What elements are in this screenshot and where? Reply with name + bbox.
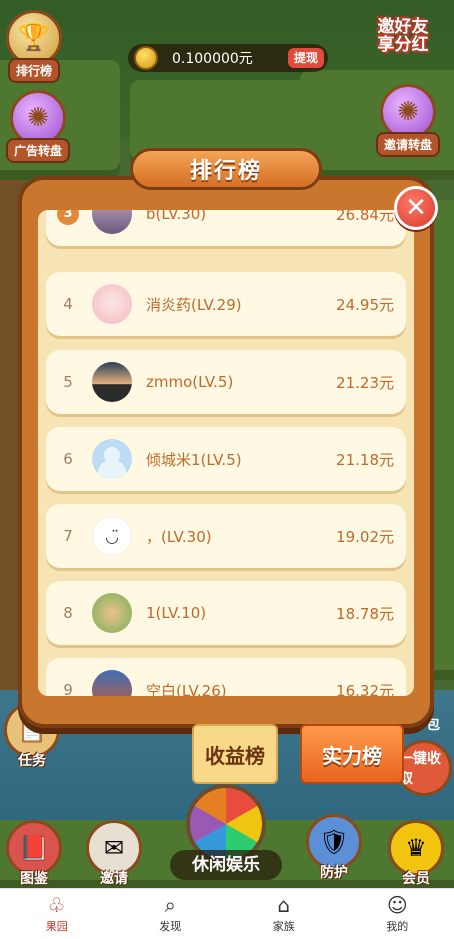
invite-label: 邀请 xyxy=(100,868,128,888)
member-button[interactable]: ♛ 会员 xyxy=(388,820,444,888)
player-name: b(LV.30) xyxy=(146,210,336,223)
invite-button[interactable]: ✉ 邀请 xyxy=(86,820,142,888)
invite-wheel-label: 邀请转盘 xyxy=(376,132,440,157)
ranking-row: 6 倾城米1(LV.5) 21.18元 xyxy=(46,427,406,491)
rank-number: 4 xyxy=(46,295,90,313)
task-label: 任务 xyxy=(18,750,46,770)
player-name: zmmo(LV.5) xyxy=(146,373,336,391)
player-name: 1(LV.10) xyxy=(146,604,336,622)
search-icon: ⌕ xyxy=(165,894,176,916)
ranking-row: 4 消炎药(LV.29) 24.95元 xyxy=(46,272,406,336)
avatar xyxy=(92,670,132,696)
nav-item-discover[interactable]: ⌕ 发现 xyxy=(114,889,228,939)
ranking-label: 排行榜 xyxy=(8,58,60,83)
defense-label: 防护 xyxy=(320,862,348,882)
collect-all-label: 一键收取 xyxy=(396,740,452,796)
ranking-row: 5 zmmo(LV.5) 21.23元 xyxy=(46,350,406,414)
nav-item-mine[interactable]: ☺ 我的 xyxy=(341,889,454,939)
player-name: ，(LV.30) xyxy=(146,526,336,547)
withdraw-button[interactable]: 提现 xyxy=(288,48,324,68)
member-label: 会员 xyxy=(402,868,430,888)
bottom-nav: ♧ 果园 ⌕ 发现 ⌂ 家族 ☺ 我的 xyxy=(0,888,454,939)
ranking-button[interactable]: 🏆 排行榜 xyxy=(6,10,62,83)
player-earnings: 24.95元 xyxy=(336,294,394,315)
coin-icon xyxy=(134,46,158,70)
player-earnings: 26.84元 xyxy=(336,210,394,225)
avatar xyxy=(92,362,132,402)
avatar xyxy=(92,593,132,633)
close-icon: ✕ xyxy=(405,195,427,221)
promo-line-1: 邀好友 xyxy=(360,18,446,36)
player-earnings: 21.23元 xyxy=(336,372,394,393)
nav-label: 果园 xyxy=(46,918,68,934)
player-earnings: 18.78元 xyxy=(336,603,394,624)
collect-all-button[interactable]: 一键收取 xyxy=(396,740,452,796)
player-name: 空白(LV.26) xyxy=(146,680,336,697)
defense-button[interactable]: 🛡 防护 xyxy=(306,814,362,882)
balance-value: 0.100000元 xyxy=(172,48,253,68)
player-earnings: 21.18元 xyxy=(336,449,394,470)
nav-label: 家族 xyxy=(273,918,295,934)
ranking-row: 3 b(LV.30) 26.84元 xyxy=(46,210,406,246)
balance-bar: 0.100000元 提现 xyxy=(128,44,328,72)
user-icon: ☺ xyxy=(387,894,408,916)
ranking-row: 8 1(LV.10) 18.78元 xyxy=(46,581,406,645)
rank-number: 8 xyxy=(46,604,90,622)
player-name: 倾城米1(LV.5) xyxy=(146,449,336,470)
player-name: 消炎药(LV.29) xyxy=(146,294,336,315)
player-earnings: 16.32元 xyxy=(336,680,394,697)
modal-title: 排行榜 xyxy=(190,153,262,185)
close-button[interactable]: ✕ xyxy=(394,186,438,230)
avatar xyxy=(92,439,132,479)
avatar xyxy=(92,210,132,234)
ranking-list-container[interactable]: 3 b(LV.30) 26.84元 4 消炎药(LV.29) 24.95元 5 … xyxy=(38,210,414,696)
clover-icon: ♧ xyxy=(48,894,66,916)
nav-item-family[interactable]: ⌂ 家族 xyxy=(227,889,341,939)
tab-income-ranking[interactable]: 收益榜 xyxy=(192,724,278,784)
nav-label: 发现 xyxy=(159,918,181,934)
rank-number: 9 xyxy=(46,681,90,696)
nav-item-orchard[interactable]: ♧ 果园 xyxy=(0,889,114,939)
ranking-row: 9 空白(LV.26) 16.32元 xyxy=(46,658,406,696)
leisure-button[interactable]: 休闲娱乐 xyxy=(170,850,282,880)
rank-badge: 3 xyxy=(57,210,79,225)
ad-wheel-label: 广告转盘 xyxy=(6,138,70,163)
home-icon: ⌂ xyxy=(277,894,290,916)
avatar: ◡̈ xyxy=(92,516,132,556)
promo-line-2: 享分红 xyxy=(360,36,446,54)
invite-friends-promo[interactable]: 邀好友 享分红 xyxy=(360,18,446,54)
nav-label: 我的 xyxy=(386,918,408,934)
rank-number: 7 xyxy=(46,527,90,545)
atlas-label: 图鉴 xyxy=(20,868,48,888)
atlas-button[interactable]: 📕 图鉴 xyxy=(6,820,62,888)
modal-title-plate: 排行榜 xyxy=(130,148,322,190)
ranking-row: 7 ◡̈ ，(LV.30) 19.02元 xyxy=(46,504,406,568)
tab-power-ranking[interactable]: 实力榜 xyxy=(300,724,404,784)
player-earnings: 19.02元 xyxy=(336,526,394,547)
invite-wheel-button[interactable]: ✺ 邀请转盘 xyxy=(376,84,440,157)
rank-number: 6 xyxy=(46,450,90,468)
ranking-modal: 3 b(LV.30) 26.84元 4 消炎药(LV.29) 24.95元 5 … xyxy=(18,176,434,728)
ad-wheel-button[interactable]: ✺ 广告转盘 xyxy=(6,90,70,163)
avatar xyxy=(92,284,132,324)
rank-number: 5 xyxy=(46,373,90,391)
